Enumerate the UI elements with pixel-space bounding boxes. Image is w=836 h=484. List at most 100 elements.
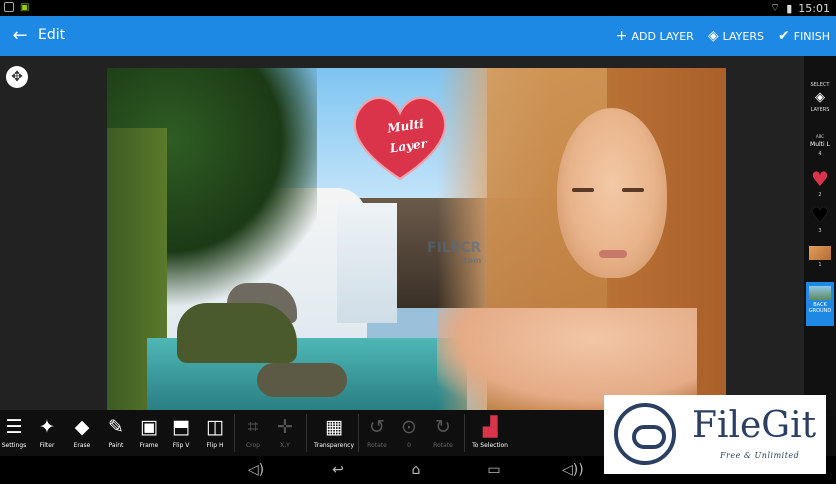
layer-number: 2 [818, 192, 822, 198]
xy-button[interactable]: ✛ X,Y [268, 412, 302, 454]
tool-label: 0 [407, 442, 411, 449]
frame-icon: ▣ [140, 416, 158, 438]
back-arrow-icon[interactable]: ← [8, 24, 32, 48]
erase-button[interactable]: ◆ Erase [65, 412, 99, 454]
rotate-reset-button[interactable]: ⊙ 0 [392, 412, 426, 454]
layer-item-portrait[interactable]: 1 [806, 246, 834, 282]
waterfall-thumbnail [809, 286, 831, 300]
divider [358, 414, 359, 452]
rotate-reset-icon: ⊙ [401, 416, 417, 438]
tool-label: Rotate [367, 442, 387, 449]
layers-panel: SELECT ◈ LAYERS ABC Multi L 4 ♥ 2 ♥ 3 1 … [804, 56, 836, 410]
rotate-left-button[interactable]: ↺ Rotate [360, 412, 394, 454]
rotate-right-icon: ↻ [435, 416, 451, 438]
android-icon: ▣ [20, 2, 30, 13]
flip-horizontal-icon: ◫ [206, 416, 224, 438]
waterfall-secondary [337, 203, 397, 323]
flip-v-button[interactable]: ⬒ Flip V [164, 412, 198, 454]
layer-number: 1 [818, 262, 822, 268]
select-layers-button[interactable]: SELECT ◈ LAYERS [806, 82, 834, 130]
tool-label: Transparency [313, 442, 355, 449]
volume-up-icon[interactable]: ◁)) [562, 460, 584, 480]
black-heart-icon: ♥ [811, 203, 829, 227]
layer-item-text[interactable]: ABC Multi L 4 [806, 134, 834, 170]
sliders-icon: ☰ [5, 416, 23, 438]
editor-workspace: ✥ Multi Layer FILECR .com [0, 56, 804, 410]
watermark-sub: .com [459, 256, 482, 265]
move-icon[interactable]: ✥ [6, 66, 28, 88]
add-layer-button[interactable]: + ADD LAYER [616, 28, 694, 44]
battery-icon: ▮ [786, 1, 793, 15]
tool-label: X,Y [280, 442, 290, 449]
status-bar: ▣ ⌔ ▮ 15:01 [0, 0, 836, 16]
tool-label: Settings [1, 442, 27, 449]
rock [177, 303, 297, 363]
app-screen: ▣ ⌔ ▮ 15:01 ← Edit + ADD LAYER ◈ LAYERS … [0, 0, 836, 484]
paint-button[interactable]: ✎ Paint [99, 412, 133, 454]
tool-label: Rotate [433, 442, 453, 449]
check-icon: ✔ [777, 28, 790, 44]
app-bar: ← Edit + ADD LAYER ◈ LAYERS ✔ FINISH [0, 16, 836, 56]
crop-button[interactable]: ⌗ Crop [236, 412, 270, 454]
layer-number: 3 [818, 228, 822, 234]
portrait-thumbnail [809, 246, 831, 260]
to-selection-button[interactable]: ▟ To Selection [468, 412, 512, 454]
red-heart-icon: ♥ [811, 167, 829, 191]
transparency-icon: ▦ [325, 416, 343, 438]
lips [599, 250, 627, 258]
brush-icon: ✎ [108, 416, 124, 438]
select-label: SELECT [810, 82, 830, 88]
tool-label: Filter [39, 442, 55, 449]
tool-label: Flip H [206, 442, 224, 449]
crop-icon: ⌗ [247, 416, 259, 438]
layers-label: LAYERS [810, 107, 830, 113]
rotate-right-button[interactable]: ↻ Rotate [426, 412, 460, 454]
eye [622, 188, 644, 192]
layers-button[interactable]: ◈ LAYERS [708, 28, 764, 44]
layer-label: BACK GROUND [808, 302, 832, 314]
nav-home-icon[interactable]: ⌂ [406, 460, 426, 480]
flip-vertical-icon: ⬒ [172, 416, 190, 438]
filegit-badge: FileGit Free & Unlimited [604, 395, 826, 474]
tool-label: Paint [108, 442, 124, 449]
filter-icon: ✦ [39, 416, 55, 438]
to-selection-icon: ▟ [482, 416, 498, 438]
tool-label: To Selection [472, 442, 508, 449]
badge-name: FileGit [692, 405, 817, 446]
layer-item-background[interactable]: BACK GROUND [806, 282, 834, 326]
nav-back-icon[interactable]: ↩ [328, 460, 348, 480]
frame-button[interactable]: ▣ Frame [132, 412, 166, 454]
tool-label: Crop [245, 442, 260, 449]
rotate-left-icon: ↺ [369, 416, 385, 438]
layer-item-black-heart[interactable]: ♥ 3 [806, 204, 834, 240]
settings-button[interactable]: ☰ Settings [0, 412, 31, 454]
eye [572, 188, 594, 192]
status-time: 15:01 [798, 1, 830, 15]
watermark: FILECR .com [427, 240, 481, 265]
tool-label: Flip V [172, 442, 190, 449]
nav-recents-icon[interactable]: ▭ [484, 460, 504, 480]
filegit-logo-icon [614, 403, 676, 465]
flip-h-button[interactable]: ◫ Flip H [198, 412, 232, 454]
eraser-icon: ◆ [74, 416, 90, 438]
finish-button[interactable]: ✔ FINISH [778, 28, 830, 44]
page-title: Edit [38, 27, 66, 43]
transparency-button[interactable]: ▦ Transparency [312, 412, 356, 454]
divider [306, 414, 307, 452]
tool-label: Erase [73, 442, 91, 449]
filter-button[interactable]: ✦ Filter [30, 412, 64, 454]
tool-label: Frame [139, 442, 159, 449]
rock [257, 363, 347, 397]
notification-icon [4, 2, 14, 12]
edit-canvas[interactable]: Multi Layer FILECR .com [107, 68, 726, 410]
volume-down-icon[interactable]: ◁) [246, 460, 266, 480]
layers-icon: ◈ [707, 28, 719, 44]
xy-icon: ✛ [277, 416, 293, 438]
wifi-icon: ⌔ [769, 1, 781, 14]
layer-thumb-text: Multi L [810, 141, 830, 148]
watermark-text: FILECR [427, 240, 482, 256]
plus-icon: + [615, 28, 628, 44]
divider [234, 414, 235, 452]
heart-text-layer[interactable]: Multi Layer [375, 112, 440, 160]
layer-item-heart[interactable]: ♥ 2 [806, 168, 834, 204]
